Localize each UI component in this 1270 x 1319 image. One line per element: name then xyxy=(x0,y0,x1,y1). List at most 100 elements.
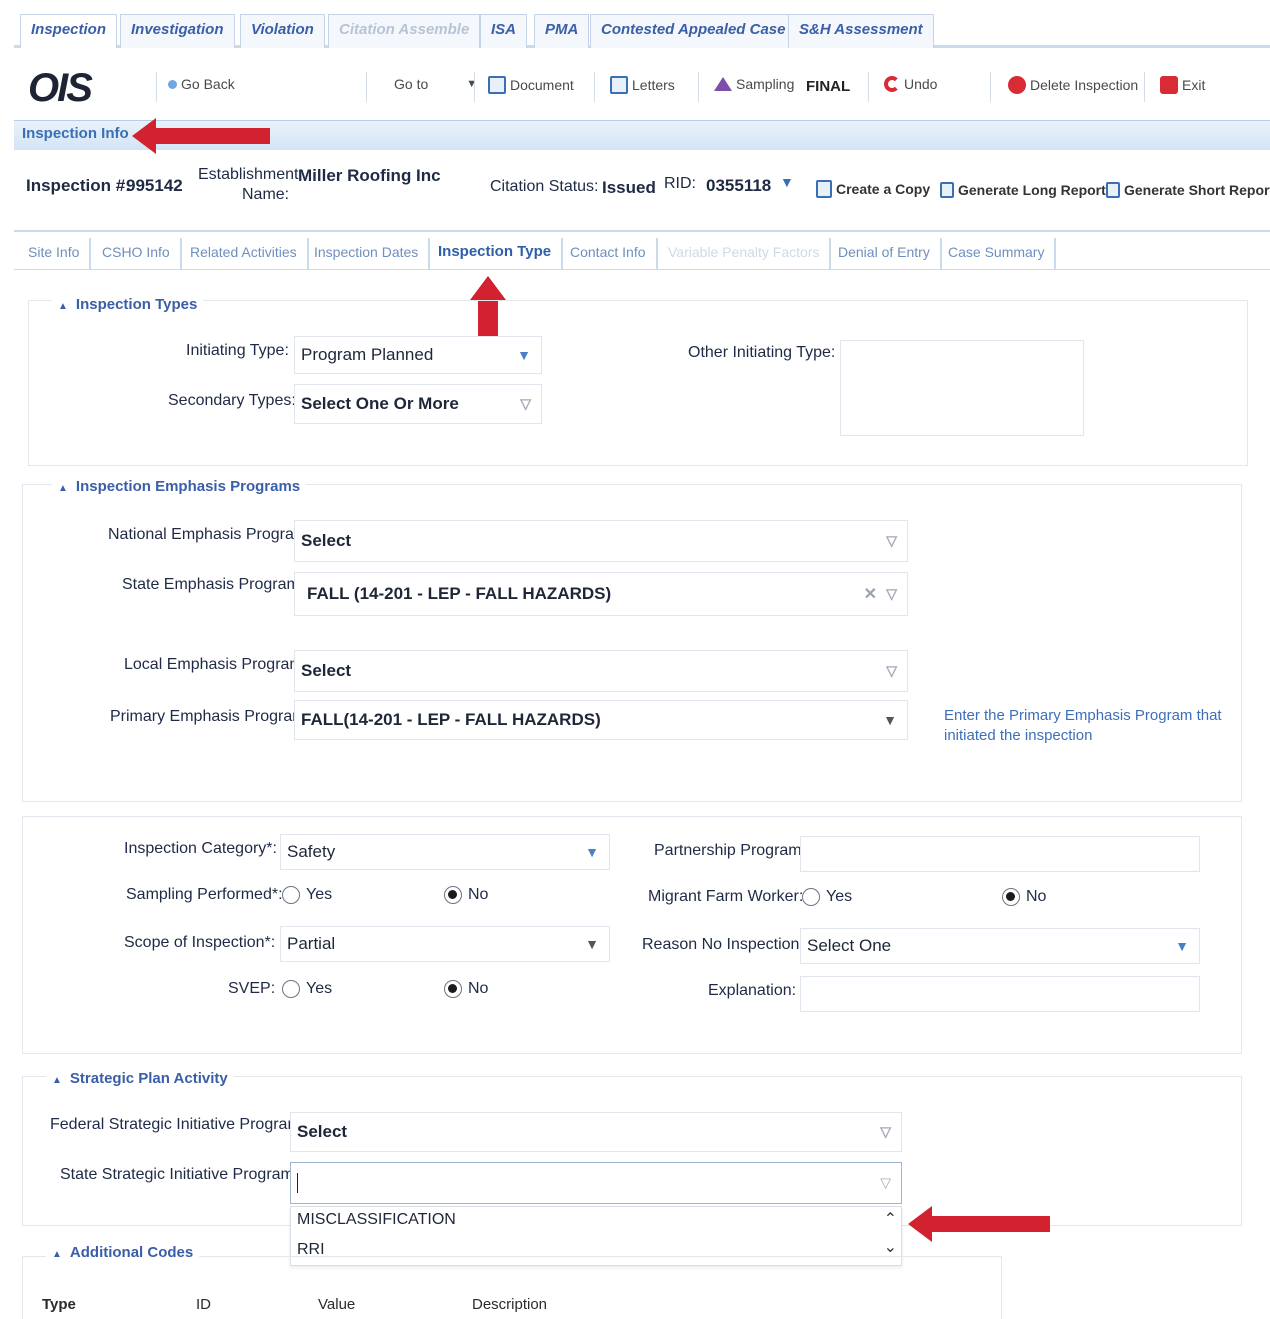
primary-emphasis-value: FALL(14-201 - LEP - FALL HAZARDS) xyxy=(301,710,601,729)
toolbar-separator xyxy=(990,72,991,102)
tab-related-activities[interactable]: Related Activities xyxy=(180,238,309,270)
toolbar-separator xyxy=(1144,72,1145,102)
top-tab-inspection[interactable]: Inspection xyxy=(20,14,118,48)
migrant-no-radio[interactable] xyxy=(1002,888,1020,906)
svep-no-radio[interactable] xyxy=(444,980,462,998)
national-emphasis-select[interactable]: Select ▽ xyxy=(294,520,908,562)
migrant-yes-radio[interactable] xyxy=(802,888,820,906)
other-initiating-type-input[interactable] xyxy=(840,340,1084,436)
initiating-type-select[interactable]: Program Planned ▼ xyxy=(294,336,542,374)
tab-inspection-type[interactable]: Inspection Type xyxy=(428,238,564,270)
reason-no-inspection-value: Select One xyxy=(807,936,892,955)
chevron-down-icon: ▽ xyxy=(886,662,897,679)
toolbar-separator xyxy=(594,72,595,102)
sampling-yes-radio[interactable] xyxy=(282,886,300,904)
tab-denial-of-entry[interactable]: Denial of Entry xyxy=(828,238,942,270)
top-tab-pma[interactable]: PMA xyxy=(534,14,590,48)
goto-dropdown[interactable]: Go to ▼ xyxy=(394,76,477,92)
column-header-type: Type xyxy=(42,1296,76,1313)
migrant-no-label: No xyxy=(1026,888,1047,905)
top-tab-contested-appealed-case[interactable]: Contested Appealed Case xyxy=(590,14,797,48)
generate-long-report-button[interactable]: Generate Long Report xyxy=(940,182,1106,198)
chevron-down-icon: ▼ xyxy=(517,347,531,363)
inspection-category-select[interactable]: Safety ▼ xyxy=(280,834,610,870)
top-tab-isa[interactable]: ISA xyxy=(480,14,528,48)
national-emphasis-value: Select xyxy=(301,531,352,550)
partnership-program-input[interactable] xyxy=(800,836,1200,872)
inspection-number-value: 995142 xyxy=(126,176,183,195)
create-copy-button[interactable]: Create a Copy xyxy=(816,180,930,198)
generate-long-report-label: Generate Long Report xyxy=(958,182,1106,198)
tab-site-info[interactable]: Site Info xyxy=(18,238,92,270)
exit-icon xyxy=(1160,76,1178,94)
state-strategic-select[interactable]: ▽ xyxy=(290,1162,902,1204)
sampling-performed-label: Sampling Performed*: xyxy=(126,886,283,903)
red-arrow-annotation xyxy=(908,1206,1050,1242)
generate-short-report-button[interactable]: Generate Short Report xyxy=(1106,182,1270,198)
top-tab-citation-assemble: Citation Assemble xyxy=(328,14,481,48)
explanation-label: Explanation: xyxy=(708,982,797,999)
primary-emphasis-select[interactable]: FALL(14-201 - LEP - FALL HAZARDS) ▼ xyxy=(294,700,908,740)
letters-button[interactable]: Letters xyxy=(610,76,675,94)
additional-codes-legend[interactable]: ▲ Additional Codes xyxy=(46,1244,200,1261)
explanation-input[interactable] xyxy=(800,976,1200,1012)
delete-inspection-button[interactable]: Delete Inspection xyxy=(1008,76,1138,94)
inspection-types-legend[interactable]: ▲ Inspection Types xyxy=(52,296,204,313)
exit-button[interactable]: Exit xyxy=(1160,76,1205,94)
chevron-down-icon: ▽ xyxy=(880,1123,891,1140)
clear-icon[interactable]: ✕ xyxy=(864,584,877,604)
generate-short-report-label: Generate Short Report xyxy=(1124,182,1270,198)
delete-icon xyxy=(1008,76,1026,94)
local-emphasis-select[interactable]: Select ▽ xyxy=(294,650,908,692)
federal-strategic-select[interactable]: Select ▽ xyxy=(290,1112,902,1152)
inspection-category-value: Safety xyxy=(287,842,336,861)
rid-label: RID: xyxy=(664,175,696,192)
top-tab-sh-assessment[interactable]: S&H Assessment xyxy=(788,14,934,48)
undo-label: Undo xyxy=(904,76,938,92)
rid-value[interactable]: 0355118 xyxy=(706,176,771,196)
migrant-farm-worker-label: Migrant Farm Worker: xyxy=(648,888,804,905)
top-nav: Inspection Investigation Violation Citat… xyxy=(14,10,1270,48)
inspection-number-label: Inspection #: xyxy=(26,176,131,195)
sampling-button[interactable]: Sampling xyxy=(714,76,794,92)
strategic-plan-legend[interactable]: ▲ Strategic Plan Activity xyxy=(46,1070,234,1087)
tab-contact-info[interactable]: Contact Info xyxy=(560,238,658,270)
go-back-button[interactable]: Go Back xyxy=(168,76,235,92)
emphasis-programs-legend[interactable]: ▲ Inspection Emphasis Programs xyxy=(52,478,307,495)
top-tab-investigation[interactable]: Investigation xyxy=(120,14,235,48)
state-emphasis-label: State Emphasis Program: xyxy=(122,576,305,593)
collapse-icon: ▲ xyxy=(52,1249,62,1260)
tab-case-summary[interactable]: Case Summary xyxy=(938,238,1057,270)
reason-no-inspection-select[interactable]: Select One ▼ xyxy=(800,928,1200,964)
state-emphasis-select[interactable]: FALL (14-201 - LEP - FALL HAZARDS) ✕ ▽ xyxy=(294,572,908,616)
reason-no-inspection-label: Reason No Inspection: xyxy=(642,936,804,953)
red-arrowhead xyxy=(470,276,506,300)
scope-of-inspection-select[interactable]: Partial ▼ xyxy=(280,926,610,962)
tab-inspection-dates[interactable]: Inspection Dates xyxy=(304,238,431,270)
exit-label: Exit xyxy=(1182,77,1206,93)
top-tab-violation[interactable]: Violation xyxy=(240,14,325,48)
citation-status-label: Citation Status: xyxy=(490,178,599,195)
collapse-icon: ▲ xyxy=(52,1075,62,1086)
sampling-no-radio[interactable] xyxy=(444,886,462,904)
tab-csho-info[interactable]: CSHO Info xyxy=(92,238,182,270)
sub-tabs: Site Info CSHO Info Related Activities I… xyxy=(14,230,1270,270)
scroll-down-icon[interactable]: ⌄ xyxy=(884,1237,897,1257)
inspection-types-title: Inspection Types xyxy=(75,296,198,313)
secondary-types-value: Select One Or More xyxy=(301,394,459,413)
undo-button[interactable]: Undo xyxy=(884,76,937,92)
sampling-no-label: No xyxy=(468,886,489,903)
federal-strategic-label: Federal Strategic Initiative Program: xyxy=(50,1116,306,1133)
migrant-yes-label: Yes xyxy=(826,888,853,905)
rid-chevron-down-icon[interactable]: ▼ xyxy=(780,174,794,190)
secondary-types-select[interactable]: Select One Or More ▽ xyxy=(294,384,542,424)
delete-inspection-label: Delete Inspection xyxy=(1030,77,1139,93)
scroll-up-icon[interactable]: ⌃ xyxy=(884,1209,897,1229)
document-button[interactable]: Document xyxy=(488,76,574,94)
goto-label: Go to xyxy=(394,76,429,92)
emphasis-programs-title: Inspection Emphasis Programs xyxy=(75,478,301,495)
svep-yes-radio[interactable] xyxy=(282,980,300,998)
dropdown-option[interactable]: MISCLASSIFICATION xyxy=(297,1211,456,1229)
chevron-down-icon: ▼ xyxy=(1175,938,1189,954)
partnership-program-label: Partnership Program: xyxy=(654,842,807,859)
